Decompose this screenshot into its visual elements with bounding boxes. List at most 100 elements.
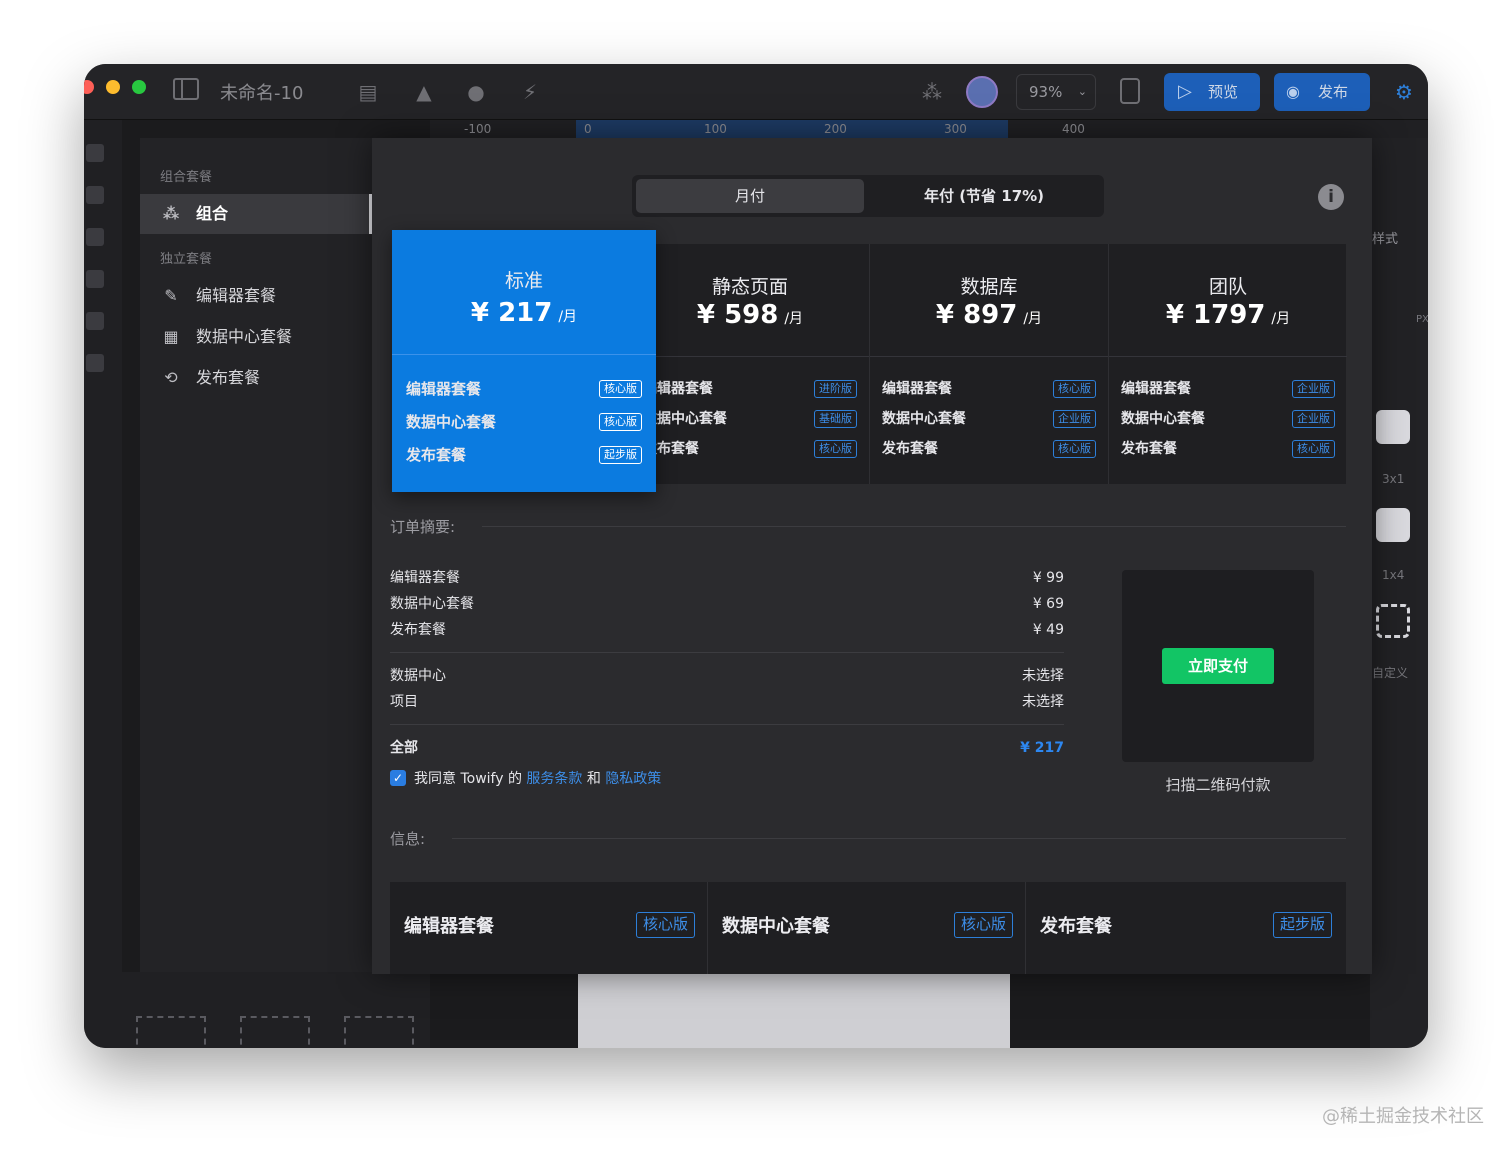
tool-icon[interactable] [86, 270, 104, 288]
chevron-down-icon: ⌄ [1077, 85, 1087, 98]
plan-feature: 数据中心套餐 企业版 [1121, 407, 1335, 431]
plan-card-database[interactable]: 数据库 ¥ 897/月 编辑器套餐 核心版 数据中心套餐 企业版 发布套餐 核心版 [869, 244, 1108, 484]
ruler-tick: 400 [1062, 122, 1085, 136]
plan-card-standard[interactable]: 标准 ¥ 217/月 编辑器套餐 核心版 数据中心套餐 核心版 发布套餐 起步版 [392, 230, 656, 492]
billing-yearly-tab[interactable]: 年付 (节省 17%) [868, 179, 1100, 213]
device-icon[interactable] [1116, 78, 1144, 106]
tier-badge: 核心版 [599, 380, 642, 398]
avatar[interactable] [966, 76, 998, 108]
table-icon: ▦ [163, 327, 179, 346]
tier-badge: 核心版 [953, 912, 1013, 938]
section-combo-label: 组合套餐 [160, 170, 213, 185]
layout-custom-icon[interactable] [1376, 604, 1410, 638]
plan-price: ¥ 217/月 [470, 298, 578, 328]
info-card[interactable]: 发布套餐 起步版 [1026, 882, 1344, 974]
tool-icon[interactable] [86, 312, 104, 330]
info-card[interactable]: 数据中心套餐 核心版 [708, 882, 1026, 974]
agree-text: 我同意 Towify 的 服务条款 和 隐私政策 [414, 771, 662, 787]
divider [390, 652, 1064, 653]
divider [482, 526, 1346, 527]
preview-label: 预览 [1208, 83, 1239, 101]
divider [452, 838, 1346, 839]
tier-badge: 企业版 [1292, 410, 1335, 428]
plan-features: 编辑器套餐 企业版 数据中心套餐 企业版 发布套餐 核心版 [1109, 356, 1347, 484]
plan-name: 团队 [1208, 276, 1247, 298]
zoom-select[interactable]: 93% ⌄ [1016, 74, 1096, 110]
pay-now-button[interactable]: 立即支付 [1162, 648, 1274, 684]
style-select[interactable]: 样式 [1372, 228, 1398, 247]
summary-option: 项目 未选择 [390, 694, 1064, 710]
plan-feature: 发布套餐 核心版 [882, 437, 1096, 461]
sidebar-toggle-icon[interactable] [172, 78, 200, 106]
sidebar-item-datacenter[interactable]: ▦ 数据中心套餐 [140, 317, 372, 357]
tool-icon[interactable] [86, 186, 104, 204]
brush-icon: ✎ [164, 286, 178, 305]
play-icon: ▷ [1178, 81, 1192, 102]
app-window: 未命名-10 ▤ ▲ ● ⚡ ⁂ 93% ⌄ ▷ 预览 ◉ 发布 ⚙ -100 0… [84, 64, 1428, 1048]
agree-checkbox[interactable]: ✓ [390, 770, 406, 786]
layout-label: 1x4 [1382, 568, 1405, 582]
info-card-name: 编辑器套餐 [404, 916, 494, 937]
plan-feature: 编辑器套餐 核心版 [406, 377, 642, 401]
tool-icon[interactable] [86, 144, 104, 162]
bolt-icon[interactable]: ⚡ [516, 78, 544, 106]
layout-label: 自定义 [1372, 666, 1409, 680]
billing-toggle: 月付 年付 (节省 17%) [632, 175, 1104, 217]
component-star[interactable] [136, 1016, 206, 1048]
document-title[interactable]: 未命名-10 [220, 79, 303, 105]
qr-code-area: 立即支付 [1122, 570, 1314, 762]
plan-feature: 编辑器套餐 进阶版 [643, 377, 857, 401]
unit-label: PX [1416, 314, 1428, 325]
tier-badge: 核心版 [1053, 440, 1096, 458]
divider [390, 724, 1064, 725]
zoom-window-button[interactable] [132, 80, 146, 94]
inspector-panel: 样式 PX 3x1 1x4 自定义 [1370, 138, 1428, 1048]
ruler-tick: 300 [944, 122, 967, 136]
terms-link[interactable]: 服务条款 [526, 771, 582, 787]
layout-3x1-icon[interactable] [1376, 410, 1410, 444]
component-shelf [122, 972, 430, 1048]
tool-icon[interactable] [86, 228, 104, 246]
plan-feature: 发布套餐 核心版 [643, 437, 857, 461]
zoom-value: 93% [1029, 83, 1063, 101]
sidebar-item-label: 发布套餐 [196, 368, 261, 387]
plan-feature: 数据中心套餐 企业版 [882, 407, 1096, 431]
group-icon: ⁂ [162, 204, 180, 223]
tier-badge: 基础版 [814, 410, 857, 428]
sidebar-item-editor[interactable]: ✎ 编辑器套餐 [140, 276, 372, 316]
summary-line: 发布套餐 ¥ 49 [390, 622, 1064, 638]
plan-features: 编辑器套餐 进阶版 数据中心套餐 基础版 发布套餐 核心版 [631, 356, 869, 484]
ruler-tick: 0 [584, 122, 592, 136]
layout-1x4-icon[interactable] [1376, 508, 1410, 542]
plan-card-team[interactable]: 团队 ¥ 1797/月 编辑器套餐 企业版 数据中心套餐 企业版 发布套餐 核心版 [1108, 244, 1347, 484]
billing-monthly-tab[interactable]: 月付 [636, 179, 864, 213]
info-icon[interactable]: i [1318, 184, 1344, 210]
info-card[interactable]: 编辑器套餐 核心版 [390, 882, 708, 974]
settings-icon[interactable]: ⚙ [1390, 78, 1418, 106]
sidebar-item-combo[interactable]: ⁂ 组合 [140, 194, 372, 234]
component-dots[interactable] [344, 1016, 414, 1048]
preview-button[interactable]: ▷ 预览 [1164, 73, 1260, 111]
close-window-button[interactable] [84, 80, 94, 94]
shapes-icon[interactable]: ▲ [410, 78, 438, 106]
canvas-bottom-frame [578, 974, 1010, 1048]
tier-badge: 进阶版 [814, 380, 857, 398]
tier-badge: 企业版 [1053, 410, 1096, 428]
page-icon[interactable]: ▤ [354, 78, 382, 106]
plan-card-static[interactable]: 静态页面 ¥ 598/月 编辑器套餐 进阶版 数据中心套餐 基础版 发布套餐 核心版 [630, 244, 869, 484]
tool-strip [84, 120, 122, 1048]
component-card[interactable] [240, 1016, 310, 1048]
publish-button[interactable]: ◉ 发布 [1274, 73, 1370, 111]
summary-total: 全部 ¥ 217 [390, 740, 1064, 756]
sidebar-item-publish[interactable]: ⟲ 发布套餐 [140, 358, 372, 398]
plan-price: ¥ 1797/月 [1165, 300, 1291, 330]
tool-icon[interactable] [86, 354, 104, 372]
ruler-tick: 100 [704, 122, 727, 136]
section-single-label: 独立套餐 [160, 252, 213, 267]
minimize-window-button[interactable] [106, 80, 120, 94]
collaborators-icon[interactable]: ⁂ [918, 78, 946, 106]
tier-badge: 核心版 [1053, 380, 1096, 398]
plan-features: 编辑器套餐 核心版 数据中心套餐 核心版 发布套餐 起步版 [392, 354, 656, 482]
privacy-link[interactable]: 隐私政策 [605, 771, 661, 787]
components-icon[interactable]: ● [462, 78, 490, 106]
